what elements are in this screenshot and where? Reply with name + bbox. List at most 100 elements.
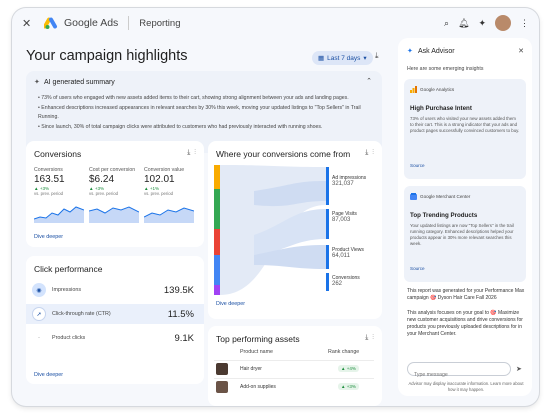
download-icon[interactable]: ⤓	[365, 149, 368, 156]
ai-summary-bullet: • Since launch, 30% of total campaign cl…	[38, 123, 323, 130]
ctr-row[interactable]: ➚ Click-through rate (CTR) 11.5%	[26, 304, 204, 324]
message-field-wrapper	[407, 362, 511, 381]
app-window: ✕ Google Ads Reporting ⌕ 🔔︎ ✦ ⋮ Your cam…	[12, 8, 539, 406]
eye-icon: ◉	[32, 283, 46, 297]
impressions-row[interactable]: ◉ Impressions 139.5K	[26, 280, 204, 300]
source-link[interactable]: Source	[410, 266, 425, 271]
node-value: 64,011	[332, 253, 350, 259]
message-input[interactable]	[408, 369, 510, 381]
insight-source: Google Analytics	[420, 87, 455, 92]
metric-label: Conversion value	[144, 167, 185, 173]
divider	[128, 16, 130, 30]
more-vert-icon[interactable]: ⋮	[372, 149, 374, 156]
bell-icon[interactable]: 🔔︎	[458, 18, 469, 29]
click-performance-card: Click performance ◉ Impressions 139.5K ➚…	[26, 256, 204, 384]
node-page-visits: Page Visits 87,003	[332, 211, 357, 223]
sankey-source-node	[214, 229, 220, 255]
ai-summary-bullet: • Enhanced descriptions increased appear…	[38, 104, 361, 121]
card-actions: ⤓ ⋮	[187, 149, 196, 157]
value-sparkline	[144, 207, 194, 223]
source-link[interactable]: Source	[410, 163, 425, 168]
calendar-icon: ▦	[318, 55, 325, 62]
close-icon[interactable]: ✕	[518, 47, 524, 55]
more-vert-icon[interactable]: ⋮	[372, 334, 374, 341]
sankey-source-node	[214, 189, 220, 229]
insight-card: Google Analytics High Purchase Intent 73…	[404, 79, 526, 179]
send-icon[interactable]: ➤	[516, 365, 522, 373]
conversions-title: Conversions	[34, 149, 82, 159]
product-thumbnail	[216, 363, 228, 375]
insight-body: Your updated listings are now "Top Selle…	[410, 223, 514, 246]
product-clicks-label: Product clicks	[52, 335, 86, 341]
column-header-product: Product name	[240, 349, 273, 355]
metric-sub: vs. prev. period	[34, 191, 64, 196]
rank-badge: ▲ +4%	[338, 365, 359, 372]
ai-summary-list: • 73% of users who engaged with new asse…	[38, 94, 373, 132]
node-conversions: Conversions 262	[332, 275, 360, 287]
advisor-panel: ✦ Ask Advisor ✕ Here are some emerging i…	[398, 38, 532, 396]
product-thumbnail	[216, 381, 228, 393]
top-assets-card: Top performing assets ⤓ ⋮ Product name R…	[208, 326, 382, 406]
metric-label: Cost per conversion	[89, 167, 136, 173]
sankey-source-node	[214, 165, 220, 189]
more-vert-icon[interactable]: ⋮	[194, 149, 196, 156]
download-icon[interactable]: ⤓	[187, 149, 190, 156]
report-context: This report was generated for your Perfo…	[407, 288, 525, 301]
sankey-source-node	[214, 255, 220, 285]
ctr-value: 11.5%	[167, 308, 194, 320]
goal-context: This analysis focuses on your goal to 🎯 …	[407, 310, 523, 337]
cursor-click-icon: ➚	[32, 307, 46, 321]
chevron-down-icon: ▾	[363, 55, 367, 62]
close-icon[interactable]: ✕	[22, 17, 36, 30]
sankey-target-node	[326, 245, 329, 269]
brand-name: Google Ads	[64, 17, 119, 29]
product-name: Add-on supplies	[240, 384, 276, 390]
conversion-flow-card: Where your conversions come from ⤓ ⋮ Ad …	[208, 141, 382, 319]
top-actions: ⌕ 🔔︎ ✦ ⋮	[444, 15, 529, 31]
conversions-sparkline	[34, 206, 84, 223]
sankey-target-node	[326, 273, 329, 291]
sparkle-icon: ✦	[34, 79, 40, 86]
conversion-flow-title: Where your conversions come from	[216, 149, 351, 159]
search-icon[interactable]: ⌕	[444, 18, 449, 29]
node-value: 87,003	[332, 217, 351, 223]
insight-body: 73% of users who visited your new assets…	[410, 116, 520, 133]
insight-headline: Top Trending Products	[410, 212, 478, 219]
date-range-button[interactable]: ▦ Last 7 days ▾	[312, 51, 373, 65]
disclaimer: Advisor may display inaccurate informati…	[408, 381, 524, 392]
rank-badge: ▲ +3%	[338, 383, 359, 390]
product-clicks-row[interactable]: · Product clicks 9.1K	[26, 328, 204, 348]
advisor-intro: Here are some emerging insights	[407, 66, 484, 72]
metric-value: 102.01	[144, 174, 175, 185]
ctr-label: Click-through rate (CTR)	[52, 311, 111, 317]
dot-icon: ·	[38, 335, 40, 341]
metric-conversion-value[interactable]: Conversion value 102.01 ▲ +1% vs. prev. …	[144, 167, 199, 196]
more-vert-icon[interactable]: ⋮	[520, 18, 529, 29]
advisor-spark-icon: ✦	[407, 48, 413, 55]
column-header-rank: Rank change	[328, 349, 360, 355]
conversions-card: Conversions ⤓ ⋮ Conversions 163.51 ▲ +3%…	[26, 141, 204, 247]
metric-conversions[interactable]: Conversions 163.51 ▲ +3% vs. prev. perio…	[34, 167, 89, 196]
avatar[interactable]	[495, 15, 511, 31]
cost-sparkline	[89, 206, 139, 223]
dive-deeper-link[interactable]: Dive deeper	[34, 372, 63, 378]
sankey-source-node	[214, 285, 220, 295]
insight-source: Google Merchant Center	[420, 194, 471, 199]
download-icon[interactable]: ⤓	[365, 334, 368, 341]
card-actions: ⤓ ⋮	[365, 334, 374, 342]
analytics-icon	[410, 86, 417, 93]
insight-headline: High Purchase Intent	[410, 105, 472, 112]
advisor-spark-icon[interactable]: ✦	[478, 18, 486, 29]
node-value: 321,037	[332, 181, 354, 187]
metric-sub: vs. prev. period	[144, 191, 174, 196]
dive-deeper-link[interactable]: Dive deeper	[34, 234, 63, 240]
metric-cost-per-conversion[interactable]: Cost per conversion $6.24 ▲ +3% vs. prev…	[89, 167, 144, 196]
dive-deeper-link[interactable]: Dive deeper	[216, 301, 245, 307]
metric-value: 163.51	[34, 174, 65, 185]
download-icon[interactable]: ⤓	[375, 51, 379, 61]
table-row[interactable]: Hair dryer ▲ +4%	[214, 360, 374, 376]
node-value: 262	[332, 281, 343, 287]
table-row[interactable]: Add-on supplies ▲ +3%	[214, 378, 374, 394]
main-content: Your campaign highlights ▦ Last 7 days ▾…	[12, 38, 392, 406]
chevron-up-icon[interactable]: ⌃	[366, 77, 372, 85]
